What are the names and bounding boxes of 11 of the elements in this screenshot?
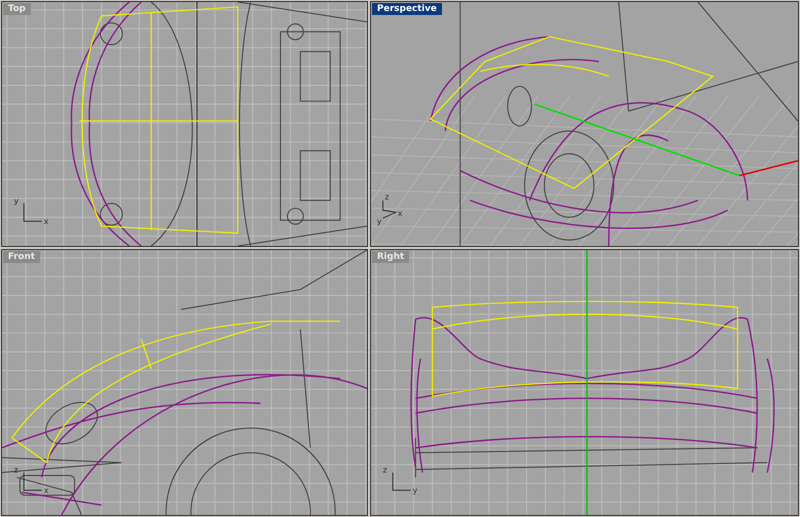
axis-icon: [392, 472, 412, 491]
viewport-title[interactable]: Perspective: [372, 3, 442, 15]
axis-label: y: [376, 217, 382, 226]
viewport-title[interactable]: Right: [372, 251, 410, 263]
viewport-title[interactable]: Front: [3, 251, 40, 263]
axis-icon: [382, 200, 398, 219]
axis-icon: [23, 472, 42, 491]
axis-label: z: [384, 192, 390, 202]
viewport-title[interactable]: Top: [3, 3, 31, 15]
axis-icon: [23, 202, 42, 222]
axis-label: x: [398, 209, 402, 218]
